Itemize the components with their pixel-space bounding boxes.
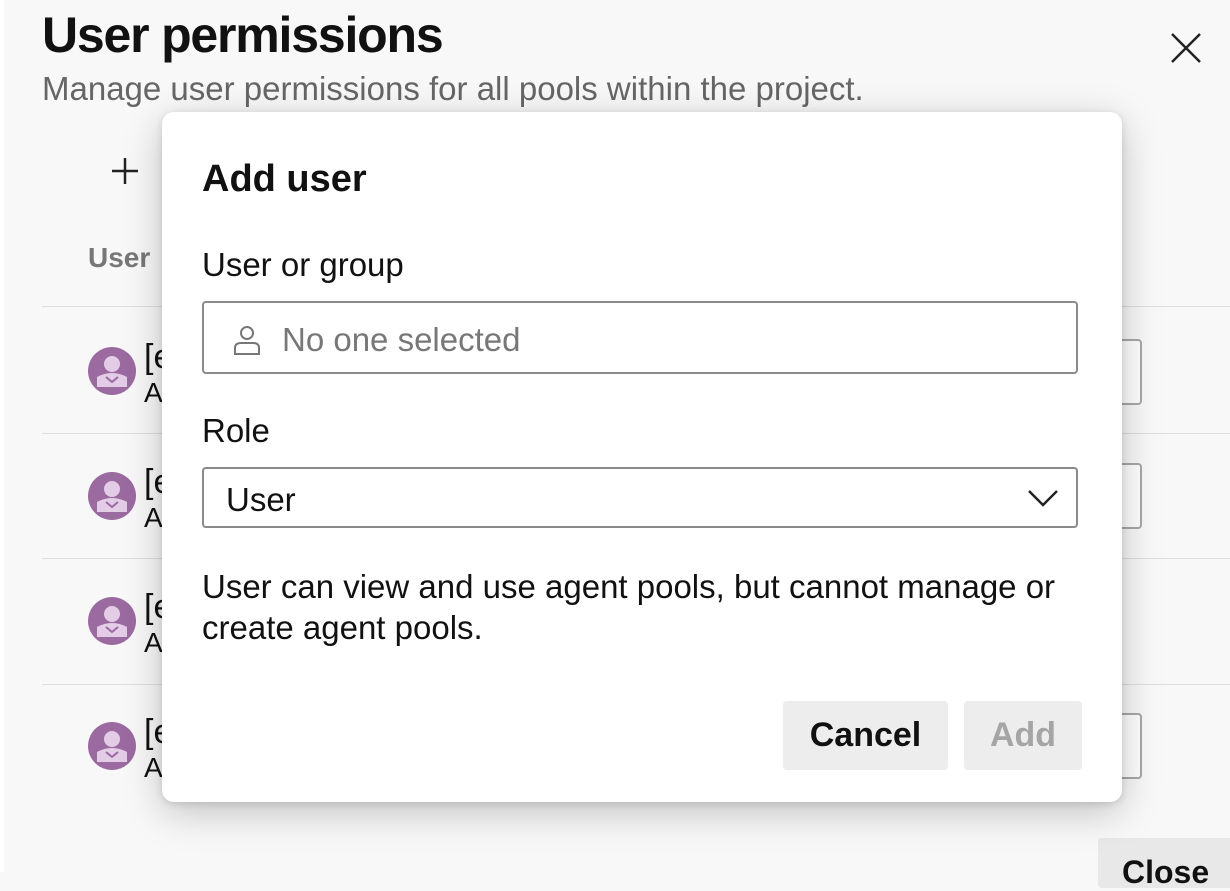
close-panel-button[interactable]: Close — [1098, 838, 1230, 890]
add-button[interactable]: Add — [964, 701, 1082, 770]
role-description: User can view and use agent pools, but c… — [202, 568, 1056, 646]
close-icon[interactable] — [1166, 28, 1206, 68]
row-type: A — [144, 752, 163, 783]
chevron-down-icon — [1028, 490, 1058, 507]
person-icon — [234, 326, 260, 355]
role-selected-value: User — [226, 481, 296, 518]
identity-label: User or group — [202, 246, 404, 283]
identity-picker-input[interactable]: No one selected — [202, 301, 1078, 374]
row-type: A — [144, 502, 163, 533]
add-user-dialog: Add user User or group No one selected R… — [162, 112, 1122, 802]
panel-title: User permissions — [42, 7, 444, 63]
column-header-user: User — [88, 242, 151, 273]
row-type: A — [144, 627, 163, 658]
role-select[interactable]: User — [202, 467, 1078, 528]
avatar-icon — [88, 597, 136, 645]
panel-subtitle: Manage user permissions for all pools wi… — [42, 70, 864, 107]
avatar-icon — [88, 722, 136, 770]
dialog-title: Add user — [202, 158, 367, 200]
role-label: Role — [202, 412, 270, 449]
close-panel-button-label: Close — [1122, 854, 1210, 890]
avatar-icon — [88, 472, 136, 520]
avatar-icon — [88, 347, 136, 395]
cancel-button[interactable]: Cancel — [783, 701, 948, 770]
identity-placeholder: No one selected — [282, 321, 521, 358]
add-icon[interactable] — [110, 156, 140, 186]
row-type: A — [144, 377, 163, 408]
